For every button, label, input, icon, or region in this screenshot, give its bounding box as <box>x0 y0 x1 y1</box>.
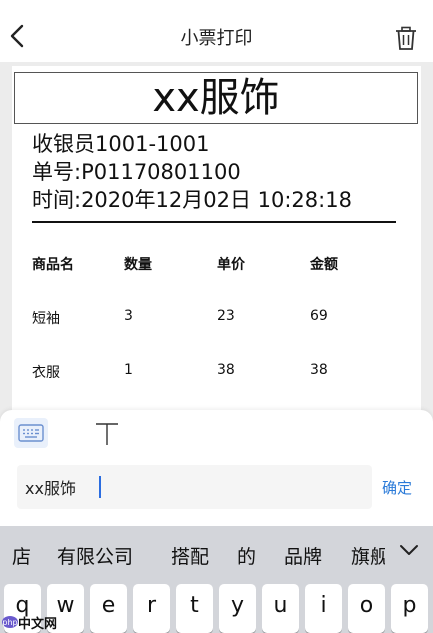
watermark-text: 中文网 <box>18 617 58 632</box>
trash-icon <box>396 26 416 50</box>
receipt-order-no[interactable]: 单号:P01170801100 <box>32 156 241 186</box>
text-input[interactable] <box>17 465 372 509</box>
table-cell: 23 <box>217 308 235 324</box>
text-caret <box>99 476 101 498</box>
candidate-word[interactable]: 的 <box>237 542 256 569</box>
receipt-divider <box>32 221 396 223</box>
key-y[interactable]: y <box>219 584 256 633</box>
candidate-word[interactable]: 有限公司 <box>57 542 133 569</box>
delete-button[interactable] <box>393 25 419 51</box>
receipt-preview-area: xx服饰 收银员1001-1001 单号:P01170801100 时间:202… <box>0 62 433 422</box>
column-header-quantity: 数量 <box>124 257 152 273</box>
key-t[interactable]: t <box>176 584 213 633</box>
receipt-cashier[interactable]: 收银员1001-1001 <box>32 128 209 158</box>
edit-panel: 确定 <box>0 410 433 526</box>
text-input-field[interactable] <box>17 465 372 509</box>
keyboard-tool-button[interactable] <box>14 418 48 448</box>
receipt-shop-name[interactable]: xx服饰 <box>14 72 418 124</box>
table-cell: 1 <box>124 362 133 378</box>
table-cell: 38 <box>217 362 235 378</box>
table-cell: 3 <box>124 308 133 324</box>
page-title: 小票打印 <box>180 28 253 49</box>
key-p[interactable]: p <box>391 584 428 633</box>
key-r[interactable]: r <box>133 584 170 633</box>
column-header-unit-price: 单价 <box>217 257 245 273</box>
key-o[interactable]: o <box>348 584 385 633</box>
watermark-logo-icon: php <box>2 616 18 628</box>
receipt-time[interactable]: 时间:2020年12月02日 10:28:18 <box>32 184 352 214</box>
watermark: php 中文网 <box>0 610 100 633</box>
confirm-button[interactable]: 确定 <box>382 477 412 498</box>
table-cell: 38 <box>310 362 328 378</box>
table-cell: 短袖 <box>32 311 60 327</box>
receipt-paper: xx服饰 收银员1001-1001 单号:P01170801100 时间:202… <box>12 66 421 422</box>
key-u[interactable]: u <box>262 584 299 633</box>
text-tool-button[interactable] <box>94 420 120 448</box>
candidate-word[interactable]: 店 <box>12 542 31 569</box>
candidate-bar: 店 有限公司 搭配 的 品牌 旗舰 <box>0 526 433 581</box>
column-header-amount: 金额 <box>310 257 338 273</box>
key-i[interactable]: i <box>305 584 342 633</box>
text-tool-icon <box>96 423 118 445</box>
expand-candidates-button[interactable] <box>385 526 433 581</box>
candidate-word[interactable]: 品牌 <box>284 542 322 569</box>
svg-text:php: php <box>2 618 17 627</box>
table-cell: 69 <box>310 308 328 324</box>
keyboard-icon <box>18 424 44 442</box>
chevron-down-icon <box>400 545 418 555</box>
nav-bar: 小票打印 <box>0 0 433 62</box>
table-cell: 衣服 <box>32 365 60 381</box>
column-header-product: 商品名 <box>32 257 74 273</box>
candidate-word[interactable]: 搭配 <box>171 542 209 569</box>
candidate-word[interactable]: 旗舰 <box>351 542 389 569</box>
